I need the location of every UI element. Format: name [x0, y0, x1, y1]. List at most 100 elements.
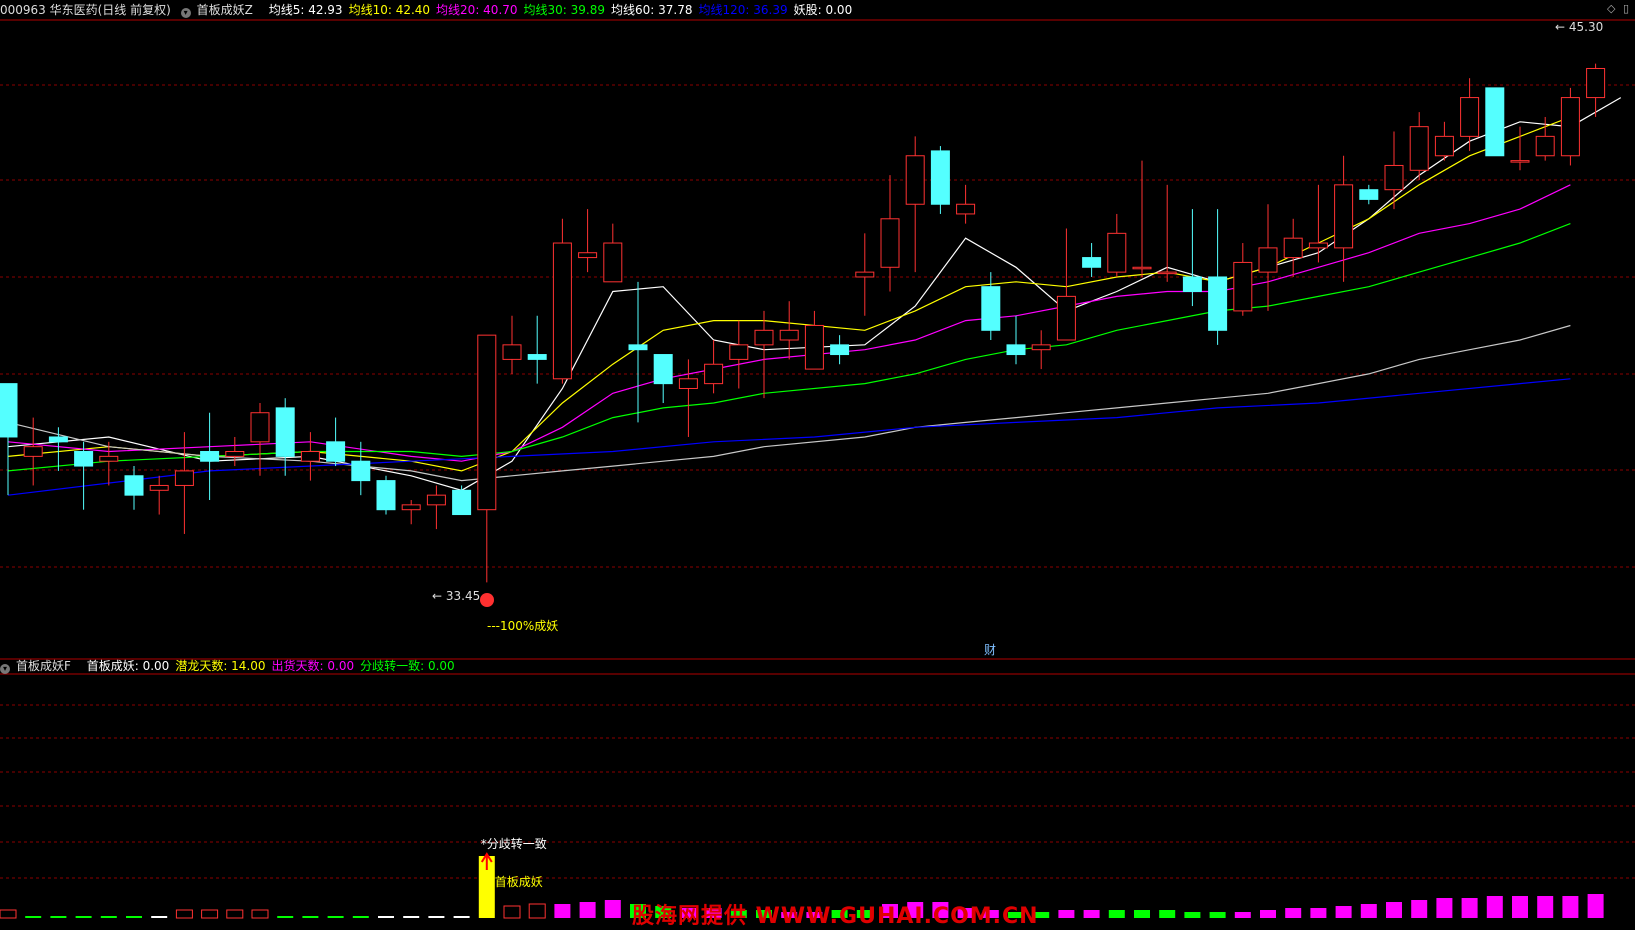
sub-bar-6 [151, 916, 168, 918]
candle-body-8 [200, 451, 220, 462]
sub-bar-17 [428, 916, 445, 918]
kline-chart[interactable]: ← 45.30 ← 33.45 ---100%成妖财 *分歧转一致首板成妖 [0, 0, 1635, 930]
sub-bar-48 [1209, 912, 1226, 918]
ma-line-5 [7, 378, 1571, 496]
stock-title[interactable]: 000963 华东医药(日线 前复权) [0, 3, 171, 17]
ma-line-1 [7, 116, 1571, 472]
candle-body-29 [729, 344, 749, 360]
candle-body-22 [552, 242, 572, 380]
candle-body-45 [1132, 266, 1152, 270]
sub-bar-60 [1512, 896, 1528, 918]
ma-values: 均线5: 42.93 均线10: 42.40 均线20: 40.70 均线30: 39… [269, 3, 859, 17]
sub-bar-4 [100, 916, 117, 918]
sub-indicator-name[interactable]: ▾ 首板成妖F [0, 659, 77, 674]
candle-body-55 [1384, 164, 1404, 191]
candle-body-10 [250, 412, 270, 443]
ma-value-4: 均线60: 37.78 [611, 3, 693, 17]
candle-body-58 [1460, 97, 1480, 137]
sub-bar-7 [175, 909, 193, 919]
watermark: 股海网提供 WWW.GUHAI.COM.CN [632, 904, 1039, 929]
candle-body-26 [653, 354, 673, 385]
candle-body-43 [1082, 257, 1102, 268]
candle-body-56 [1409, 126, 1429, 171]
low-price-label: ← 33.45 [432, 589, 480, 603]
candle-body-52 [1308, 242, 1328, 249]
candle-body-14 [351, 460, 371, 482]
finance-mark: 财 [984, 643, 996, 657]
sub-bar-24 [604, 900, 621, 918]
candle-body-40 [1006, 344, 1026, 356]
sub-bar-47 [1184, 912, 1201, 918]
sub-bar-53 [1335, 906, 1352, 918]
sub-bar-45 [1134, 910, 1150, 918]
candle-body-53 [1334, 184, 1354, 249]
sub-bar-61 [1537, 896, 1554, 918]
sub-value-3: 分歧转一致: 0.00 [360, 659, 455, 673]
sub-bar-8 [201, 909, 219, 919]
candle-body-28 [704, 363, 724, 385]
sub-bar-49 [1234, 912, 1251, 918]
signal-main-label: ---100%成妖 [487, 619, 558, 633]
candle-body-49 [1233, 261, 1253, 312]
candle-body-25 [628, 344, 648, 351]
candle-body-33 [830, 344, 850, 356]
candle-body-11 [275, 407, 295, 457]
candle-body-61 [1535, 135, 1555, 157]
sub-bar-1 [25, 916, 42, 918]
window-icon[interactable]: ▯ [1623, 2, 1629, 15]
sub-bar-15 [378, 916, 394, 918]
signal-dot-icon [480, 593, 494, 607]
candle-body-50 [1258, 247, 1278, 273]
sub-bar-52 [1310, 908, 1327, 918]
sub-bar-58 [1461, 898, 1478, 918]
candle-body-38 [956, 203, 976, 215]
sub-bar-5 [126, 916, 142, 918]
sub-bar-56 [1411, 900, 1428, 918]
candle-body-32 [804, 324, 824, 370]
candle-body-4 [99, 455, 119, 462]
sub-bar-59 [1486, 896, 1503, 918]
candle-body-23 [578, 252, 598, 259]
sub-bar-50 [1260, 910, 1276, 918]
sub-value-0: 首板成妖: 0.00 [86, 659, 170, 673]
candle-body-36 [905, 155, 925, 205]
diamond-icon[interactable]: ◇ [1607, 2, 1615, 15]
sub-bar-11 [277, 916, 294, 918]
candle-body-1 [23, 446, 43, 457]
candle-body-30 [754, 329, 774, 346]
candle-body-34 [855, 271, 875, 278]
candle-body-31 [779, 329, 799, 341]
sub-bar-54 [1360, 904, 1377, 918]
candle-body-18 [452, 489, 472, 516]
candle-body-12 [300, 451, 320, 462]
sub-bar-2 [50, 916, 67, 918]
candle-body-21 [527, 354, 547, 360]
sub-bar-12 [302, 916, 319, 918]
ma-value-0: 均线5: 42.93 [268, 3, 343, 17]
candle-body-59 [1485, 87, 1505, 157]
sub-bar-55 [1386, 902, 1402, 918]
dropdown-icon[interactable]: ▾ [0, 664, 10, 674]
ma-value-3: 均线30: 39.89 [523, 3, 606, 17]
sub-bar-43 [1083, 910, 1100, 918]
sub-bar-13 [327, 916, 344, 918]
ma-value-1: 均线10: 42.40 [348, 3, 431, 17]
sub-value-2: 出货天数: 0.00 [271, 659, 355, 673]
candle-body-3 [74, 451, 94, 467]
sub-bar-63 [1587, 894, 1604, 918]
sub-signal-top: *分歧转一致 [481, 836, 547, 851]
indicator-name[interactable]: ▾ 首板成妖Z [180, 3, 259, 18]
sub-bar-9 [226, 909, 244, 919]
sub-bar-44 [1108, 910, 1125, 918]
dropdown-icon[interactable]: ▾ [180, 8, 191, 18]
candle-body-35 [880, 218, 900, 268]
sub-bar-3 [75, 916, 92, 918]
candle-body-47 [1182, 276, 1202, 293]
sub-bar-20 [503, 905, 521, 919]
candle-body-42 [1056, 295, 1076, 341]
sub-bar-22 [554, 904, 571, 918]
sub-bar-62 [1562, 896, 1579, 918]
sub-bar-21 [528, 903, 546, 919]
candle-body-57 [1434, 135, 1454, 157]
candle-body-54 [1359, 189, 1379, 200]
